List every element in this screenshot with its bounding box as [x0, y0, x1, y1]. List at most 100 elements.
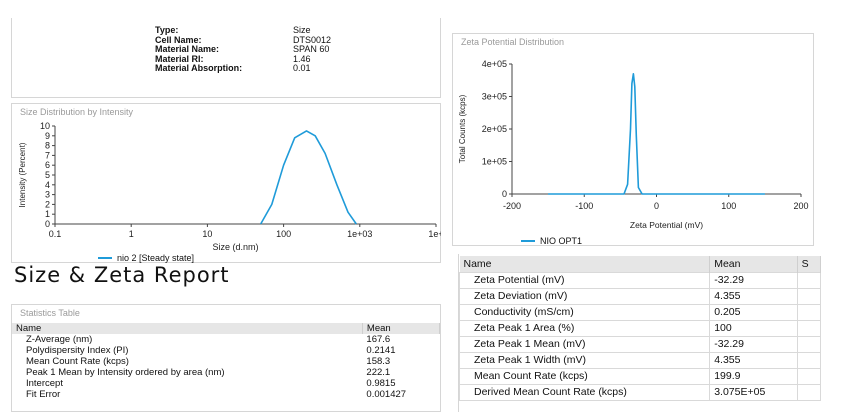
x-axis-label: Size (d.nm)	[212, 242, 258, 252]
table-cell: Derived Mean Count Rate (kcps)	[458, 383, 711, 401]
zeta-series-line	[548, 72, 765, 195]
y-tick-label: 0	[502, 189, 507, 199]
table-cell: -32.29	[709, 335, 798, 353]
sample-info-row: Material Absorption: 0.01	[155, 63, 331, 74]
statistics-table-panel: Statistics Table Name Mean Z-Average (nm) 1…	[11, 304, 441, 412]
size-distribution-chart: 1098765432100.11101001e+031e+Intensity (…	[18, 121, 441, 252]
table-row: Intercept 0.9815	[12, 378, 440, 389]
zeta-legend-label: NIO OPT1	[540, 236, 583, 246]
table-row: Mean Count Rate (kcps) 158.3	[12, 356, 440, 367]
table-row: Conductivity (mS/cm) 0.205	[458, 303, 822, 321]
table-row: Polydispersity Index (PI) 0.2141	[12, 345, 440, 356]
table-cell: 3.075E+05	[709, 383, 798, 401]
x-tick-label: 100	[721, 201, 736, 211]
table-cell: Zeta Peak 1 Area (%)	[458, 319, 711, 337]
table-cell: Mean Count Rate (kcps)	[26, 356, 129, 367]
x-axis-label: Zeta Potential (mV)	[630, 220, 703, 230]
y-tick-label: 3	[45, 190, 50, 200]
table-cell: 4.355	[709, 287, 798, 305]
x-tick-label: -100	[575, 201, 593, 211]
table-cell-empty	[796, 303, 822, 321]
size-series-line	[260, 130, 357, 225]
table-cell-empty	[796, 319, 822, 337]
x-tick-label: -200	[503, 201, 521, 211]
x-tick-label: 1e+03	[347, 229, 372, 239]
zeta-legend: NIO OPT1	[521, 236, 582, 246]
table-cell: Polydispersity Index (PI)	[26, 345, 129, 356]
zeta-table: Name Mean S Zeta Potential (mV) -32.29 Zeta D…	[458, 256, 822, 401]
report-title: Size & Zeta Report	[14, 263, 230, 287]
table-header-cell[interactable]: Name	[459, 256, 711, 272]
zeta-legend-swatch	[521, 240, 535, 242]
size-legend-swatch	[98, 257, 112, 259]
table-cell-empty	[796, 383, 822, 401]
y-tick-label: 2	[45, 199, 50, 209]
table-row: Zeta Peak 1 Width (mV) 4.355	[458, 351, 822, 369]
y-tick-label: 4e+05	[482, 59, 507, 69]
table-cell-empty	[796, 367, 822, 385]
statistics-table-title: Statistics Table	[20, 308, 80, 318]
table-cell: Fit Error	[26, 389, 61, 400]
y-tick-label: 8	[45, 141, 50, 151]
table-cell: Z-Average (nm)	[26, 334, 93, 345]
x-tick-label: 1e+	[428, 229, 441, 239]
table-cell: Zeta Potential (mV)	[458, 271, 711, 289]
table-cell: Conductivity (mS/cm)	[458, 303, 711, 321]
table-header-cell[interactable]: Mean	[709, 256, 798, 272]
table-cell: Zeta Peak 1 Width (mV)	[458, 351, 711, 369]
table-cell: Zeta Peak 1 Mean (mV)	[458, 335, 711, 353]
table-cell: 100	[709, 319, 798, 337]
y-tick-label: 5	[45, 170, 50, 180]
x-tick-label: 0.1	[49, 229, 62, 239]
table-row: Derived Mean Count Rate (kcps) 3.075E+05	[458, 383, 822, 401]
statistics-table: Name Mean Z-Average (nm) 167.6 Polydispersit…	[12, 323, 441, 400]
table-cell-empty	[796, 335, 822, 353]
table-cell: 0.001427	[366, 389, 407, 400]
table-cell: 222.1	[366, 367, 391, 378]
y-tick-label: 4	[45, 180, 50, 190]
table-cell: 199.9	[709, 367, 798, 385]
x-tick-label: 1	[129, 229, 134, 239]
y-tick-label: 0	[45, 219, 50, 229]
size-legend: nio 2 [Steady state]	[98, 253, 194, 263]
x-tick-label: 0	[654, 201, 659, 211]
table-row: Zeta Peak 1 Mean (mV) -32.29	[458, 335, 822, 353]
table-cell-empty	[796, 271, 822, 289]
table-cell: 167.6	[366, 334, 391, 345]
table-cell: -32.29	[709, 271, 798, 289]
x-tick-label: 100	[276, 229, 291, 239]
table-cell: 0.9815	[366, 378, 396, 389]
table-header-row: Name Mean	[12, 323, 441, 334]
table-cell: Zeta Deviation (mV)	[458, 287, 711, 305]
y-tick-label: 3e+05	[482, 92, 507, 102]
table-row: Z-Average (nm) 167.6	[12, 334, 440, 345]
table-header-cell[interactable]: S	[797, 256, 822, 272]
table-cell-empty	[796, 287, 822, 305]
table-row: Fit Error 0.001427	[12, 389, 440, 400]
table-row: Zeta Potential (mV) -32.29	[458, 271, 822, 289]
table-cell: Peak 1 Mean by Intensity ordered by area…	[26, 367, 225, 378]
table-header-row: Name Mean S	[459, 256, 822, 272]
y-tick-label: 10	[40, 121, 50, 131]
size-legend-label: nio 2 [Steady state]	[117, 253, 195, 263]
x-tick-label: 10	[202, 229, 212, 239]
table-row: Zeta Peak 1 Area (%) 100	[458, 319, 822, 337]
table-row: Zeta Deviation (mV) 4.355	[458, 287, 822, 305]
y-tick-label: 7	[45, 150, 50, 160]
table-cell: Intercept	[26, 378, 63, 389]
y-tick-label: 6	[45, 160, 50, 170]
sample-info-key: Material Absorption:	[155, 63, 243, 73]
y-tick-label: 9	[45, 131, 50, 141]
table-row: Peak 1 Mean by Intensity ordered by area…	[12, 367, 440, 378]
x-tick-label: 200	[793, 201, 808, 211]
zeta-distribution-chart: 4e+05 3e+05 2e+05 1e+05 0 -200 -100 0 100 200 Tota…	[458, 59, 809, 230]
table-header-cell[interactable]: Name	[12, 323, 363, 334]
table-cell: 0.2141	[366, 345, 396, 356]
table-row: Mean Count Rate (kcps) 199.9	[458, 367, 822, 385]
y-axis-label: Total Counts (kcps)	[458, 94, 467, 163]
table-cell-empty	[796, 351, 822, 369]
table-cell: Mean Count Rate (kcps)	[458, 367, 711, 385]
table-header-cell[interactable]: Mean	[362, 323, 441, 334]
table-cell: 4.355	[709, 351, 798, 369]
table-cell: 0.205	[709, 303, 798, 321]
